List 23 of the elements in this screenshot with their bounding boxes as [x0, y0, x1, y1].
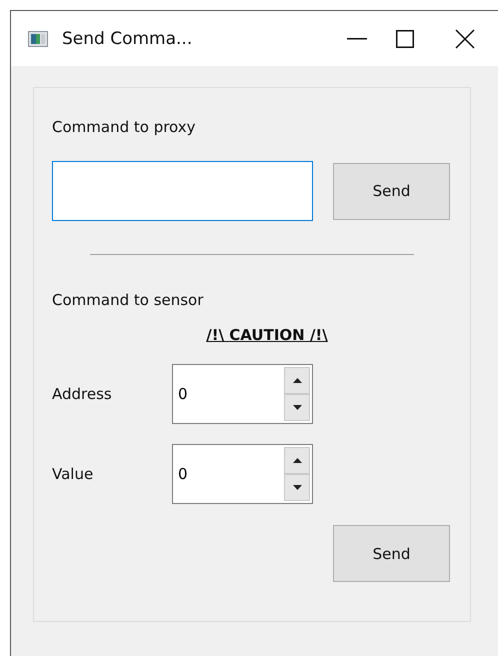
spin-down-button[interactable] — [284, 474, 310, 501]
field-label: Value — [52, 465, 94, 483]
spin-up-button[interactable] — [284, 367, 310, 394]
minimize-icon — [347, 38, 367, 40]
send-button[interactable]: Send — [333, 525, 450, 582]
maximize-icon — [396, 30, 414, 48]
send-button[interactable]: Send — [333, 162, 450, 220]
down-triangle-icon — [292, 405, 302, 410]
spin-box[interactable]: 0 — [172, 364, 313, 424]
proxy-label: Command to proxy — [52, 118, 197, 136]
spin-up-button[interactable] — [284, 447, 310, 474]
up-triangle-icon — [292, 458, 302, 463]
caution-text: /!\ CAUTION /!\ — [206, 326, 328, 344]
up-triangle-icon — [292, 378, 302, 383]
window-title: Send Comma... — [62, 28, 192, 48]
spin-down-button[interactable] — [284, 394, 310, 421]
spin-box[interactable]: 0 — [172, 444, 313, 504]
command-input-field[interactable] — [52, 161, 313, 221]
field-label: Address — [52, 385, 113, 403]
sensor-label: Command to sensor — [52, 291, 204, 309]
close-icon — [455, 28, 475, 48]
down-triangle-icon — [292, 485, 302, 490]
app-icon — [28, 30, 48, 46]
